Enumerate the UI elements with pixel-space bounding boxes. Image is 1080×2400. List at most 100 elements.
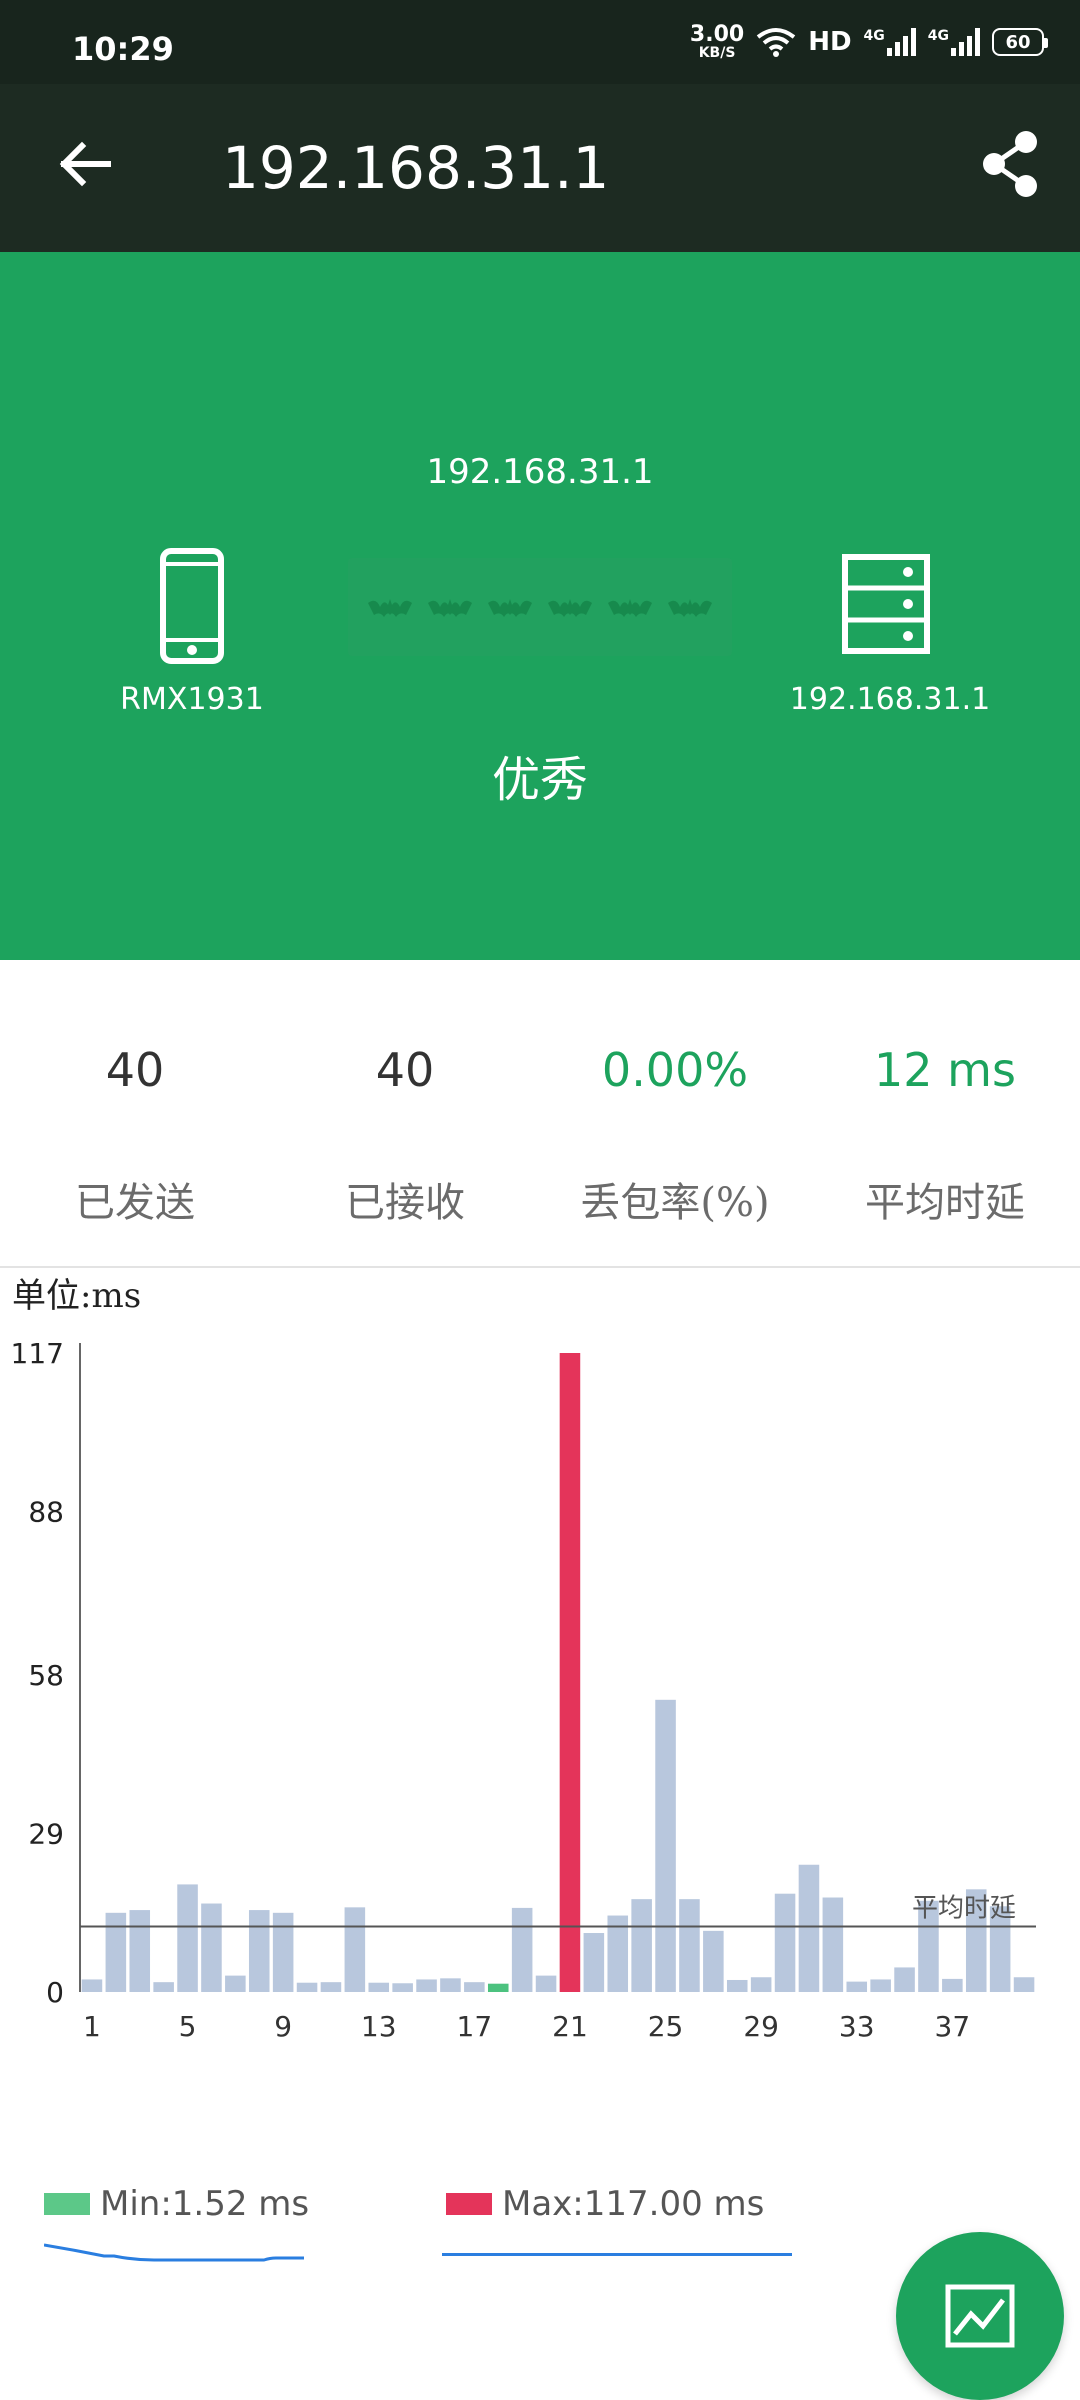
net-speed-unit: KB/S (698, 45, 736, 61)
x-tick-label: 1 (83, 2010, 101, 2040)
average-label: 平均时延 (912, 1893, 1016, 1923)
battery-level: 60 (1005, 31, 1031, 53)
chart-bar (177, 1884, 198, 1992)
signal-bars-icon (886, 28, 916, 56)
stats-values: 40 40 0.00% 12 ms (0, 1030, 1080, 1140)
device-name: RMX1931 (120, 682, 264, 717)
divider (0, 1266, 1080, 1268)
wifi-icon (756, 28, 796, 57)
y-tick-label: 58 (28, 1659, 64, 1692)
signal-2: 4G (928, 28, 980, 56)
chart-bar (870, 1979, 891, 1992)
bat-icon (668, 599, 712, 617)
chart-bar (535, 1975, 557, 1992)
chart-bar (440, 1978, 461, 1992)
bat-icon (548, 599, 592, 617)
battery-icon: 60 (992, 28, 1048, 56)
packet-loss-label: 丢包率(%) (580, 1180, 770, 1226)
net-speed: 3.00 KB/S (689, 22, 745, 61)
signal-2-label: 4G (927, 28, 949, 44)
server-name: 192.168.31.1 (789, 682, 991, 717)
chart-bar (942, 1978, 963, 1992)
x-tick-label: 29 (743, 2010, 779, 2040)
chart-toggle-button[interactable] (896, 2232, 1064, 2400)
connection-animation (348, 558, 732, 656)
min-underline (44, 2243, 304, 2262)
legend-min: Min:1.52 ms (44, 2184, 309, 2224)
chart-bar (703, 1930, 724, 1992)
bat-icon (428, 599, 472, 617)
back-button[interactable] (44, 124, 124, 204)
chart-bar (894, 1967, 915, 1992)
max-label: Max:117.00 ms (502, 2184, 765, 2224)
server-icon (842, 554, 930, 654)
legend-max: Max:117.00 ms (446, 2184, 764, 2224)
status-bar: 10:29 3.00 KB/S HD 4G 4G 60 (0, 0, 1080, 84)
chart-bar (464, 1982, 485, 1992)
avg-latency-value: 12 ms (874, 1043, 1016, 1097)
chart-bar (416, 1979, 437, 1992)
chart-bar (153, 1982, 174, 1992)
page-title: 192.168.31.1 (222, 134, 610, 202)
avg-latency-label: 平均时延 (865, 1180, 1025, 1226)
chart-bar (272, 1912, 294, 1992)
chart-bar (105, 1912, 127, 1992)
signal-1: 4G (864, 28, 916, 56)
bat-icon (368, 599, 412, 617)
sent-label: 已发送 (75, 1180, 195, 1226)
ping-summary-panel: 192.168.31.1 RMX1931 192.168.31.1 优秀 (0, 252, 1080, 960)
chart-bar (846, 1981, 868, 1992)
share-icon (983, 131, 1037, 197)
status-icons: 3.00 KB/S HD 4G 4G 60 (689, 22, 1048, 62)
bat-icon (608, 599, 652, 617)
y-tick-label: 0 (46, 1976, 64, 2009)
y-tick-label: 117 (11, 1337, 64, 1370)
arrow-left-icon (59, 141, 111, 187)
chart-bar (368, 1982, 390, 1992)
received-label: 已接收 (345, 1180, 465, 1226)
chart-bar (631, 1899, 652, 1992)
x-tick-label: 13 (361, 2010, 397, 2040)
app-bar: 192.168.31.1 (0, 84, 1080, 252)
x-tick-label: 37 (935, 2010, 971, 2040)
target-ip: 192.168.31.1 (426, 452, 654, 492)
chart-bar (344, 1907, 366, 1992)
chart-bar (774, 1893, 796, 1992)
chart-bar (655, 1699, 676, 1992)
x-tick-label: 25 (648, 2010, 684, 2040)
chart-bar (392, 1983, 413, 1992)
latency-bar-chart: 0 29 58 88 117 1 5 9 13 17 21 25 29 33 37 平均时延 (11, 1337, 1036, 2040)
share-button[interactable] (970, 124, 1050, 204)
bat-icon (488, 599, 532, 617)
x-tick-label: 33 (839, 2010, 875, 2040)
quality-rating: 优秀 (491, 752, 588, 808)
chart-bar (320, 1982, 342, 1992)
x-tick-label: 21 (552, 2010, 588, 2040)
x-tick-label: 5 (179, 2010, 197, 2040)
received-count: 40 (375, 1043, 435, 1097)
signal-1-label: 4G (863, 28, 885, 44)
packet-loss-value: 0.00% (601, 1043, 749, 1097)
chart-bar (750, 1977, 772, 1992)
chart-bar (296, 1982, 318, 1992)
signal-bars-icon (951, 28, 980, 56)
chart-bar (225, 1975, 246, 1992)
min-swatch (44, 2193, 90, 2215)
chart-bar (798, 1864, 820, 1992)
min-label: Min:1.52 ms (100, 2184, 310, 2224)
chart-bar (679, 1899, 700, 1992)
chart-unit-label: 单位:ms (12, 1276, 142, 1316)
chart-bar (129, 1910, 151, 1992)
max-swatch (446, 2193, 492, 2215)
chart-bar (583, 1933, 605, 1992)
chart-bar (822, 1897, 844, 1992)
status-time: 10:29 (72, 30, 174, 68)
chart-bar (201, 1903, 222, 1992)
hd-label: HD (808, 27, 852, 57)
chart-bar (726, 1979, 748, 1992)
max-underline (442, 2253, 792, 2256)
chart-bar (248, 1910, 270, 1992)
chart-bar (81, 1979, 103, 1992)
y-tick-label: 29 (28, 1818, 64, 1851)
net-speed-value: 3.00 (689, 22, 745, 47)
